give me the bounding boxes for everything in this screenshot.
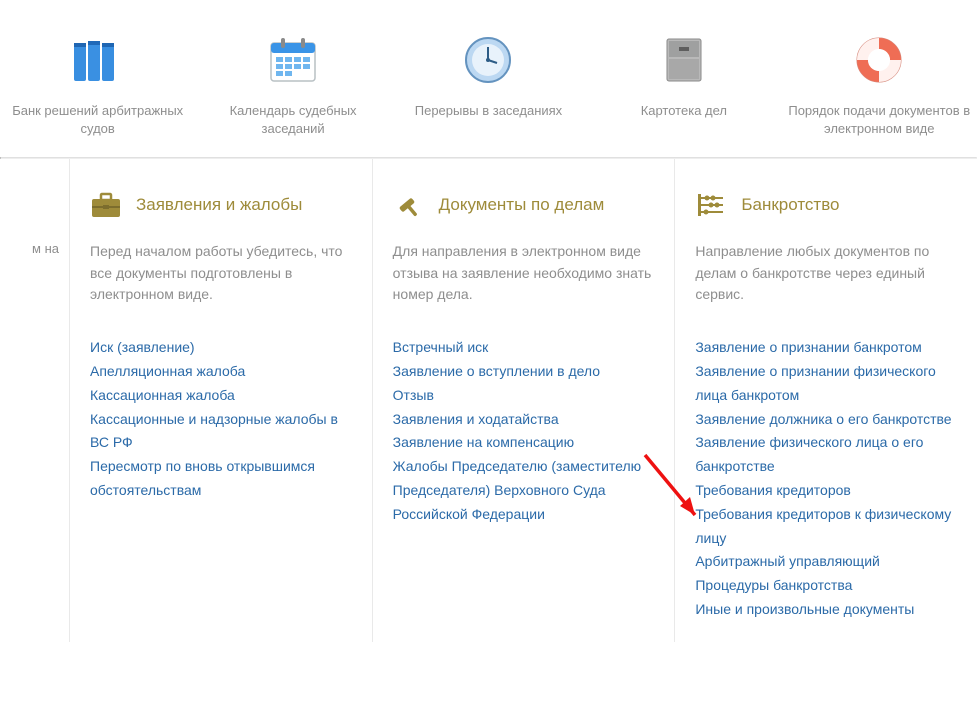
link-item[interactable]: Арбитражный управляющий <box>695 550 957 574</box>
column-desc: Для направления в электронном виде отзыв… <box>393 241 655 306</box>
top-item-breaks[interactable]: Перерывы в заседаниях <box>393 30 583 137</box>
abacus-icon <box>695 189 727 221</box>
link-item[interactable]: Заявление на компенсацию <box>393 431 655 455</box>
link-item[interactable]: Встречный иск <box>393 336 655 360</box>
link-item[interactable]: Заявление о вступлении в дело <box>393 360 655 384</box>
column-header: Документы по делам <box>393 189 655 221</box>
column-bankruptcy: Банкротство Направление любых документов… <box>675 159 977 642</box>
link-item[interactable]: Заявление о признании банкротом <box>695 336 957 360</box>
link-list: Иск (заявление) Апелляционная жалоба Кас… <box>90 336 352 503</box>
calendar-icon <box>263 30 323 90</box>
link-item[interactable]: Заявления и ходатайства <box>393 408 655 432</box>
top-item-cases[interactable]: Картотека дел <box>589 30 779 137</box>
top-item-calendar[interactable]: Календарь судебных заседаний <box>198 30 388 137</box>
clock-icon <box>458 30 518 90</box>
column-title: Документы по делам <box>439 195 605 215</box>
top-item-bank[interactable]: Банк решений арбитражных судов <box>3 30 193 137</box>
link-item[interactable]: Отзыв <box>393 384 655 408</box>
link-list: Встречный иск Заявление о вступлении в д… <box>393 336 655 526</box>
top-item-order[interactable]: Порядок подачи документов в электронном … <box>784 30 974 137</box>
link-item[interactable]: Кассационная жалоба <box>90 384 352 408</box>
link-item[interactable]: Пересмотр по вновь открывшимся обстоятел… <box>90 455 352 503</box>
link-item[interactable]: Требования кредиторов к физическому лицу <box>695 503 957 551</box>
top-nav-row: Банк решений арбитражных судов Календарь… <box>0 0 977 157</box>
link-item[interactable]: Процедуры банкротства <box>695 574 957 598</box>
column-claims: Заявления и жалобы Перед началом работы … <box>70 159 373 642</box>
column-desc: Направление любых документов по делам о … <box>695 241 957 306</box>
top-item-label: Перерывы в заседаниях <box>415 102 562 120</box>
left-stub: м на <box>0 159 70 642</box>
link-item[interactable]: Заявление должника о его банкротстве <box>695 408 957 432</box>
top-item-label: Порядок подачи документов в электронном … <box>784 102 974 137</box>
top-item-label: Картотека дел <box>641 102 727 120</box>
link-item[interactable]: Иные и произвольные документы <box>695 598 957 622</box>
link-item[interactable]: Жалобы Председателю (заместителю Председ… <box>393 455 655 526</box>
cabinet-icon <box>654 30 714 90</box>
link-item[interactable]: Иск (заявление) <box>90 336 352 360</box>
column-desc: Перед началом работы убедитесь, что все … <box>90 241 352 306</box>
briefcase-icon <box>90 189 122 221</box>
link-item[interactable]: Кассационные и надзорные жалобы в ВС РФ <box>90 408 352 456</box>
column-header: Заявления и жалобы <box>90 189 352 221</box>
gavel-icon <box>393 189 425 221</box>
column-header: Банкротство <box>695 189 957 221</box>
top-item-label: Календарь судебных заседаний <box>198 102 388 137</box>
link-item[interactable]: Заявление о признании физического лица б… <box>695 360 957 408</box>
column-documents: Документы по делам Для направления в эле… <box>373 159 676 642</box>
top-item-label: Банк решений арбитражных судов <box>3 102 193 137</box>
column-title: Банкротство <box>741 195 839 215</box>
columns-container: м на Заявления и жалобы Перед началом ра… <box>0 159 977 642</box>
link-item[interactable]: Апелляционная жалоба <box>90 360 352 384</box>
lifebuoy-icon <box>849 30 909 90</box>
link-list: Заявление о признании банкротом Заявлени… <box>695 336 957 622</box>
stub-text: м на <box>0 239 59 259</box>
link-item[interactable]: Заявление физического лица о его банкрот… <box>695 431 957 479</box>
column-title: Заявления и жалобы <box>136 195 302 215</box>
link-item[interactable]: Требования кредиторов <box>695 479 957 503</box>
folders-icon <box>68 30 128 90</box>
